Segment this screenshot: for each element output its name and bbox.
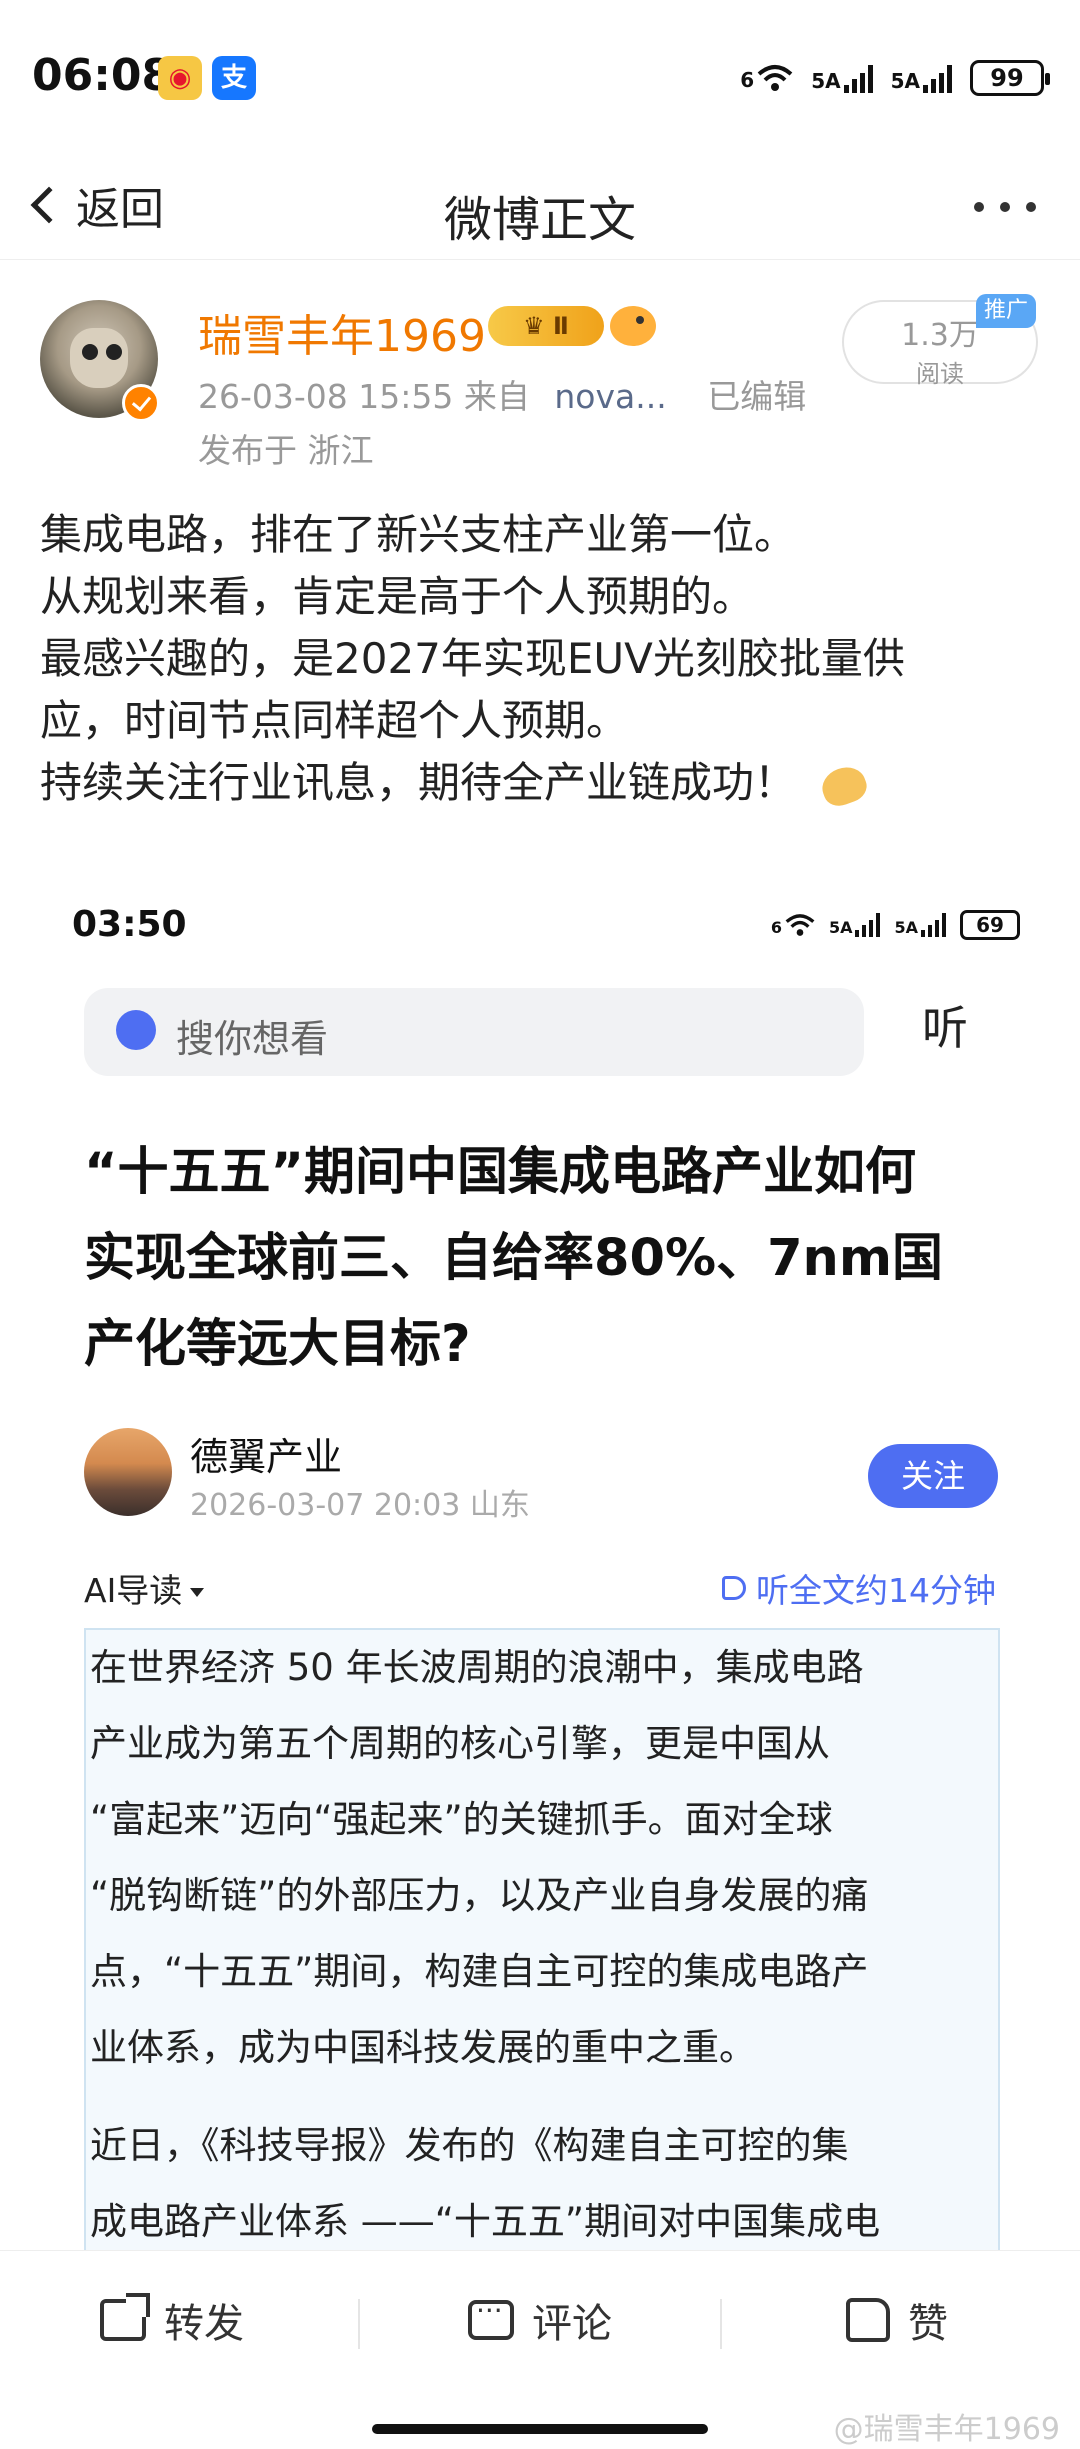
ai-summary-label: AI导读 xyxy=(84,1564,205,1612)
article-author: 德翼产业 xyxy=(190,1435,343,1479)
comment-icon xyxy=(468,2294,514,2340)
alipay-icon: 支 xyxy=(212,56,256,100)
article-date: 2026-03-07 20:03 山东 xyxy=(190,1488,530,1523)
embed-status-indicators: 6 5A 5A 69 xyxy=(771,910,1020,940)
promo-tag: 推广 xyxy=(976,294,1037,328)
post-text: 集成电路，排在了新兴支柱产业第一位。 从规划来看，肯定是高于个人预期的。 最感兴… xyxy=(40,504,1050,814)
post-source[interactable]: nova... xyxy=(554,377,666,416)
status-time: 06:08 xyxy=(32,50,173,101)
member-crown-badge[interactable]: ♛ Ⅱ xyxy=(488,306,604,346)
post-line: 应，时间节点同样超个人预期。 xyxy=(40,696,629,745)
edited-label[interactable]: 已编辑 xyxy=(707,377,806,416)
divider xyxy=(358,2299,360,2349)
bottom-toolbar: 转发 评论 赞 xyxy=(0,2250,1080,2400)
author-name[interactable]: 瑞雪丰年1969 xyxy=(198,300,486,364)
praying-hands-icon xyxy=(817,761,871,810)
comment-button[interactable]: 评论 xyxy=(468,2291,612,2349)
thumbs-up-icon xyxy=(846,2298,890,2342)
post-time: 26-03-08 15:55 xyxy=(198,377,454,416)
post-location: 发布于 浙江 xyxy=(198,431,374,470)
repost-button[interactable]: 转发 xyxy=(100,2291,244,2349)
status-bar: 06:08 ◉ 支 6 5A 5A 99 xyxy=(0,0,1080,150)
signal-icon: 5A xyxy=(891,63,952,93)
battery-icon: 69 xyxy=(960,910,1020,940)
post-image[interactable]: 03:50 6 5A 5A 69 搜你想看 听 “十五五”期间中国集成电路产业如… xyxy=(60,880,1020,2250)
article-body: 在世界经济 50 年长波周期的浪潮中，集成电路 产业成为第五个周期的核心引擎，更… xyxy=(84,1628,1000,2250)
post-line: 从规划来看，肯定是高于个人预期的。 xyxy=(40,572,755,621)
article-headline: “十五五”期间中国集成电路产业如何 实现全球前三、自给率80%、7nm国 产化等… xyxy=(84,1143,944,1374)
page-title: 微博正文 xyxy=(443,192,636,248)
post-meta: 26-03-08 15:55 来自 nova... 已编辑 xyxy=(198,370,806,418)
read-label: 阅读 xyxy=(916,360,964,388)
nav-bar: 返回 微博正文 xyxy=(0,150,1080,260)
wifi-icon: 6 xyxy=(740,64,793,92)
search-placeholder: 搜你想看 xyxy=(176,1017,329,1061)
baidu-paw-icon xyxy=(116,1010,156,1050)
status-indicators: 6 5A 5A 99 xyxy=(740,56,1050,100)
signal-icon: 5A xyxy=(829,913,881,937)
post-line-last: 持续关注行业讯息，期待全产业链成功！ xyxy=(40,752,1050,814)
more-dots-icon xyxy=(974,202,984,212)
battery-icon: 99 xyxy=(970,60,1050,96)
more-button[interactable] xyxy=(974,202,1036,212)
embed-status-time: 03:50 xyxy=(72,904,187,945)
watermark: @瑞雪丰年1969 xyxy=(833,2412,1060,2447)
listen-label: 听 xyxy=(922,1001,968,1055)
home-indicator[interactable] xyxy=(372,2424,708,2434)
post-line: 最感兴趣的，是2027年实现EUV光刻胶批量供 xyxy=(40,634,905,683)
divider xyxy=(720,2299,722,2349)
speaker-icon xyxy=(722,1576,746,1600)
fish-badge-icon[interactable] xyxy=(610,306,656,346)
like-button[interactable]: 赞 xyxy=(846,2291,948,2349)
signal-icon: 5A xyxy=(811,63,873,93)
wifi-icon: 6 xyxy=(771,913,815,937)
post-line: 集成电路，排在了新兴支柱产业第一位。 xyxy=(40,510,797,559)
search-bar: 搜你想看 xyxy=(84,988,864,1076)
caret-down-icon xyxy=(190,1588,205,1597)
follow-button-image: 关注 xyxy=(868,1444,998,1508)
verified-badge-icon xyxy=(122,384,160,422)
source-prefix: 来自 xyxy=(463,377,530,416)
repost-icon xyxy=(100,2293,150,2341)
article-author-avatar xyxy=(84,1428,172,1516)
signal-icon: 5A xyxy=(894,913,946,937)
listen-all-label: 听全文约14分钟 xyxy=(722,1564,996,1612)
weibo-icon: ◉ xyxy=(158,56,202,100)
